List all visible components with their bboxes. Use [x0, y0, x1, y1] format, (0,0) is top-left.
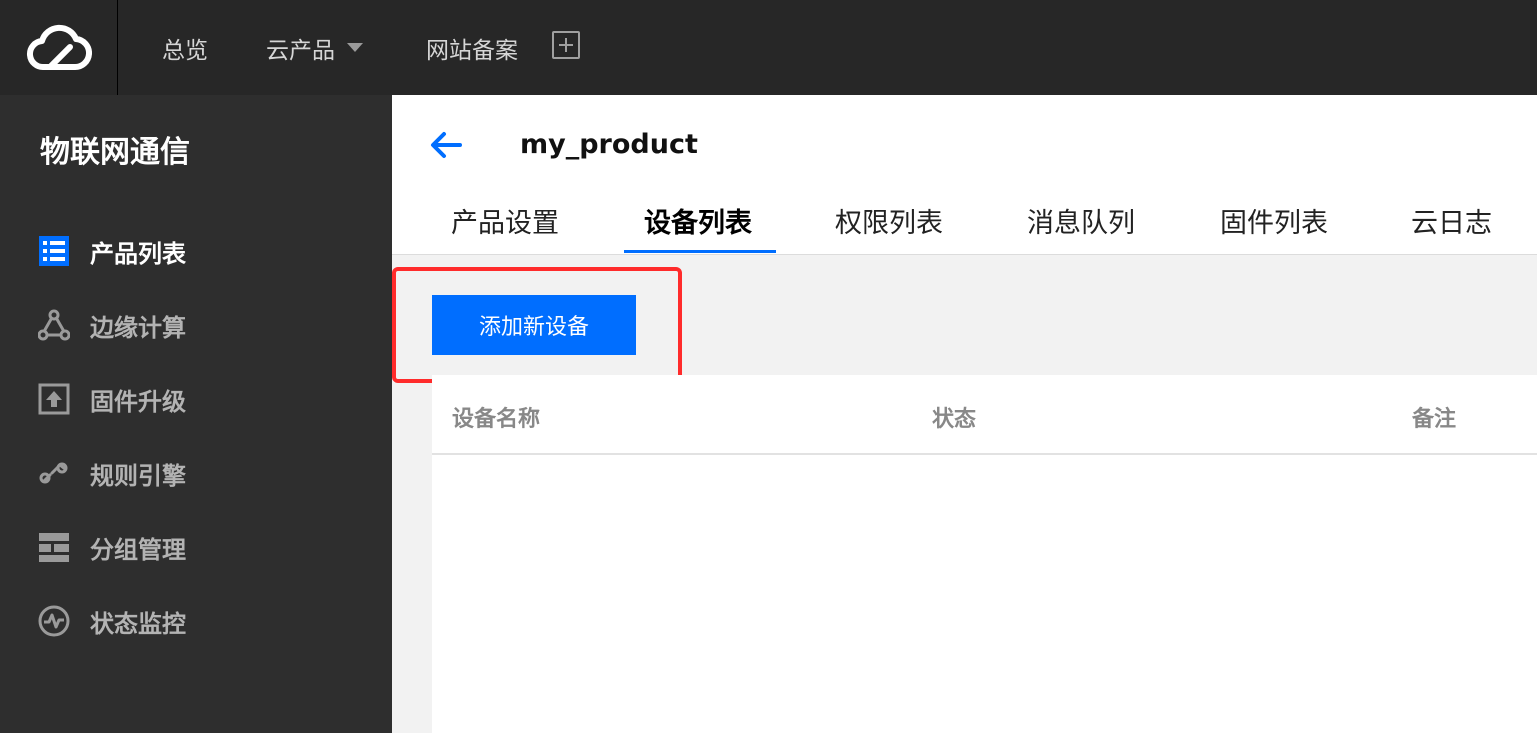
sidebar: 物联网通信 产品列表 边缘计算 固件升级 规则引擎 分组管理 状态监控 [0, 95, 392, 733]
tab-cloud-log[interactable]: 云日志 [1411, 201, 1492, 249]
nav-website-filing-label: 网站备案 [426, 37, 518, 64]
sidebar-item-label: 固件升级 [90, 387, 186, 416]
sidebar-item-product-list[interactable]: 产品列表 [38, 231, 186, 271]
nav-cloud-products-dropdown[interactable]: 云产品 [266, 0, 363, 95]
tab-label: 权限列表 [835, 208, 943, 239]
add-device-button[interactable]: 添加新设备 [432, 295, 636, 355]
column-header-remark[interactable]: 备注 [1412, 401, 1456, 433]
pulse-icon [38, 605, 70, 637]
nav-cloud-products-label: 云产品 [266, 37, 335, 64]
upload-icon [38, 383, 70, 415]
sidebar-item-label: 分组管理 [90, 535, 186, 564]
plus-square-icon[interactable] [552, 31, 580, 59]
group-icon [38, 531, 70, 563]
sidebar-item-group-management[interactable]: 分组管理 [38, 527, 186, 567]
list-icon [38, 235, 70, 267]
caret-down-icon [347, 43, 363, 52]
tab-label: 设备列表 [644, 208, 752, 239]
sidebar-item-label: 规则引擎 [90, 461, 186, 490]
tab-product-settings[interactable]: 产品设置 [451, 201, 559, 249]
table-header: 设备名称 状态 备注 [432, 375, 1537, 455]
sidebar-item-label: 边缘计算 [90, 313, 186, 342]
sidebar-item-edge-compute[interactable]: 边缘计算 [38, 305, 186, 345]
sidebar-item-label: 产品列表 [90, 239, 186, 268]
active-tab-indicator [624, 250, 776, 253]
product-header: my_product 产品设置 设备列表 权限列表 消息队列 固件列表 云日志 [392, 95, 1537, 255]
edge-compute-icon [38, 309, 70, 341]
tab-permission-list[interactable]: 权限列表 [835, 201, 943, 249]
tab-message-queue[interactable]: 消息队列 [1027, 201, 1135, 249]
tab-label: 云日志 [1411, 208, 1492, 239]
tab-label: 产品设置 [451, 208, 559, 239]
sidebar-item-firmware-upgrade[interactable]: 固件升级 [38, 379, 186, 419]
sidebar-item-label: 状态监控 [90, 609, 186, 638]
sidebar-item-rule-engine[interactable]: 规则引擎 [38, 453, 186, 493]
nav-overview[interactable]: 总览 [162, 0, 208, 95]
arrow-left-icon[interactable] [430, 131, 462, 159]
tab-firmware-list[interactable]: 固件列表 [1220, 201, 1328, 249]
column-header-device-name[interactable]: 设备名称 [452, 401, 540, 433]
sidebar-title: 物联网通信 [40, 135, 190, 170]
tab-label: 消息队列 [1027, 208, 1135, 239]
device-table: 设备名称 状态 备注 [432, 375, 1537, 733]
sidebar-item-status-monitor[interactable]: 状态监控 [38, 601, 186, 641]
page-title: my_product [520, 129, 698, 160]
nav-overview-label: 总览 [162, 37, 208, 64]
column-header-status[interactable]: 状态 [932, 401, 976, 433]
nav-website-filing[interactable]: 网站备案 [426, 0, 518, 95]
link-icon [38, 457, 70, 489]
top-nav-bar: 总览 云产品 网站备案 [0, 0, 1537, 95]
tab-label: 固件列表 [1220, 208, 1328, 239]
tab-device-list[interactable]: 设备列表 [644, 201, 752, 249]
cloud-logo-icon[interactable] [0, 0, 118, 95]
